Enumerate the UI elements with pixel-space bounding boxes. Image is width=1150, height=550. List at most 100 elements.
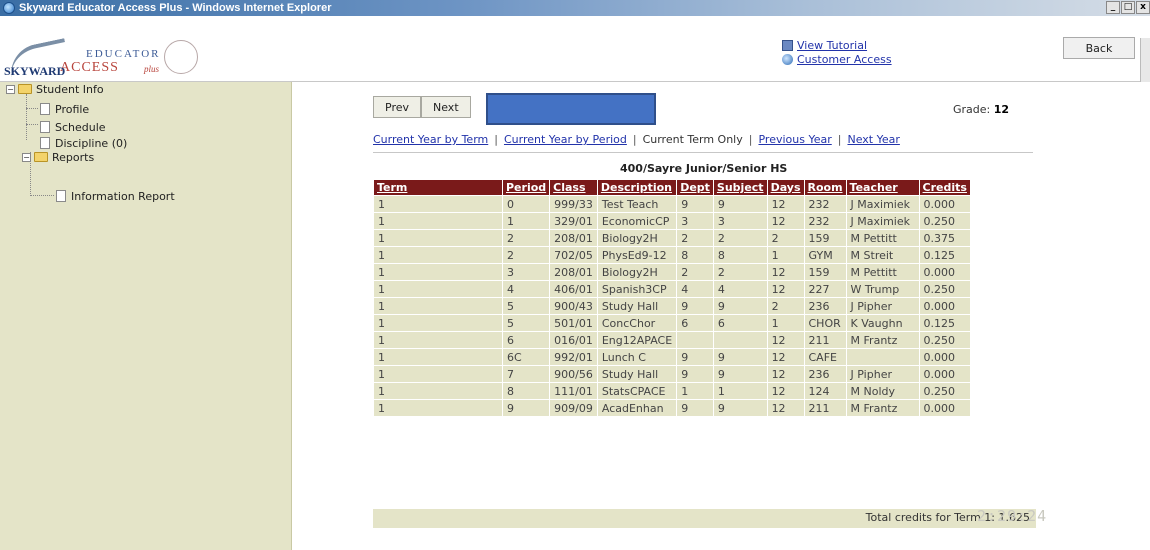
table-row[interactable]: 1 6 016/01 Eng12APACE 12 211 M Frantz 0.250 <box>374 332 970 348</box>
cell-dept: 9 <box>677 298 713 314</box>
page-icon <box>56 190 66 202</box>
cell-class: 208/01 <box>550 230 597 246</box>
cell-subject: 6 <box>713 315 767 331</box>
cell-dept: 9 <box>677 349 713 365</box>
cell-teacher: K Vaughn <box>846 315 919 331</box>
page-icon <box>40 103 50 115</box>
next-button[interactable]: Next <box>421 96 471 118</box>
tree-item-discipline[interactable]: Discipline (0) <box>40 136 127 150</box>
cell-room: 232 <box>804 196 846 212</box>
tree-item-student-info[interactable]: − Student Info <box>6 82 104 96</box>
cell-subject: 3 <box>713 213 767 229</box>
column-header-credits[interactable]: Credits <box>919 180 970 195</box>
cell-credits: 0.125 <box>919 315 970 331</box>
current-year-by-term-link[interactable]: Current Year by Term <box>373 133 488 146</box>
cell-room: 236 <box>804 298 846 314</box>
prev-button[interactable]: Prev <box>373 96 421 118</box>
cell-room: 124 <box>804 383 846 399</box>
previous-year-link[interactable]: Previous Year <box>758 133 831 146</box>
tree-item-profile[interactable]: Profile <box>40 102 89 116</box>
school-name: 400/Sayre Junior/Senior HS <box>620 162 788 175</box>
cell-term: 1 <box>374 349 502 365</box>
column-header-class[interactable]: Class <box>550 180 597 195</box>
cell-days: 12 <box>767 281 804 297</box>
minimize-button[interactable]: _ <box>1106 1 1120 14</box>
cell-days: 12 <box>767 332 804 348</box>
maximize-button[interactable]: □ <box>1121 1 1135 14</box>
cell-description: Biology2H <box>597 230 677 246</box>
cell-dept: 4 <box>677 281 713 297</box>
tree-item-reports[interactable]: − Reports <box>22 150 94 164</box>
table-row[interactable]: 1 3 208/01 Biology2H 2 2 12 159 M Pettitt 0.000 <box>374 264 970 280</box>
column-header-teacher[interactable]: Teacher <box>846 180 919 195</box>
cell-subject: 2 <box>713 264 767 280</box>
table-row[interactable]: 1 2 702/05 PhysEd9-12 8 8 1 GYM M Streit 0.125 <box>374 247 970 263</box>
cell-class: 992/01 <box>550 349 597 365</box>
cell-dept: 2 <box>677 230 713 246</box>
cell-term: 1 <box>374 332 502 348</box>
logo-access-text: ACCESS <box>60 60 119 75</box>
cell-subject: 9 <box>713 196 767 212</box>
tree-item-information-report[interactable]: Information Report <box>56 189 175 203</box>
tree-item-label: Reports <box>52 150 95 164</box>
table-row[interactable]: 1 2 208/01 Biology2H 2 2 2 159 M Pettitt 0.375 <box>374 230 970 246</box>
table-row[interactable]: 1 9 909/09 AcadEnhan 9 9 12 211 M Frantz 0.000 <box>374 400 970 416</box>
cell-term: 1 <box>374 366 502 382</box>
cell-description: AcadEnhan <box>597 400 677 416</box>
redaction-box <box>486 93 656 125</box>
table-row[interactable]: 1 7 900/56 Study Hall 9 9 12 236 J Pipher 0.000 <box>374 366 970 382</box>
tree-item-schedule[interactable]: Schedule <box>40 120 106 134</box>
table-row[interactable]: 1 6C 992/01 Lunch C 9 9 12 CAFE 0.000 <box>374 349 970 365</box>
column-header-description[interactable]: Description <box>597 180 677 195</box>
next-year-link[interactable]: Next Year <box>847 133 899 146</box>
current-year-by-period-link[interactable]: Current Year by Period <box>504 133 627 146</box>
collapse-icon[interactable]: − <box>22 152 31 162</box>
cell-teacher: W Trump <box>846 281 919 297</box>
help-links: View Tutorial Customer Access <box>782 38 892 66</box>
close-button[interactable]: x <box>1136 1 1150 14</box>
customer-access-link[interactable]: Customer Access <box>797 53 892 66</box>
cell-term: 1 <box>374 247 502 263</box>
cell-days: 12 <box>767 366 804 382</box>
cell-room: 159 <box>804 264 846 280</box>
back-button[interactable]: Back <box>1063 37 1135 59</box>
cell-teacher: J Maximiek <box>846 196 919 212</box>
cell-days: 1 <box>767 315 804 331</box>
cell-term: 1 <box>374 230 502 246</box>
column-header-days[interactable]: Days <box>767 180 804 195</box>
logo-skyward-text: SKYWARD <box>4 64 66 78</box>
cell-dept: 1 <box>677 383 713 399</box>
cell-subject: 8 <box>713 247 767 263</box>
table-row[interactable]: 1 8 111/01 StatsCPACE 1 1 12 124 M Noldy 0.250 <box>374 383 970 399</box>
view-tutorial-link[interactable]: View Tutorial <box>797 39 867 52</box>
tree-item-label: Information Report <box>71 189 175 203</box>
cell-class: 501/01 <box>550 315 597 331</box>
column-header-dept[interactable]: Dept <box>677 180 713 195</box>
cell-term: 1 <box>374 213 502 229</box>
table-row[interactable]: 1 0 999/33 Test Teach 9 9 12 232 J Maximiek 0.000 <box>374 196 970 212</box>
cell-room: 211 <box>804 332 846 348</box>
tree-connector <box>30 195 54 196</box>
folder-icon <box>18 84 32 94</box>
cell-teacher: J Maximiek <box>846 213 919 229</box>
table-row[interactable]: 1 5 501/01 ConcChor 6 6 1 CHOR K Vaughn 0.125 <box>374 315 970 331</box>
divider <box>373 152 1033 153</box>
tree-connector <box>26 108 38 109</box>
table-row[interactable]: 1 5 900/43 Study Hall 9 9 2 236 J Pipher 0.000 <box>374 298 970 314</box>
cell-credits: 0.125 <box>919 247 970 263</box>
apple-icon <box>164 40 198 74</box>
column-header-subject[interactable]: Subject <box>713 180 767 195</box>
column-header-term[interactable]: Term <box>374 180 502 195</box>
column-header-room[interactable]: Room <box>804 180 846 195</box>
column-header-period[interactable]: Period <box>503 180 550 195</box>
cell-class: 329/01 <box>550 213 597 229</box>
collapse-icon[interactable]: − <box>6 84 15 94</box>
title-bar: Skyward Educator Access Plus - Windows I… <box>0 0 1150 16</box>
cell-period: 5 <box>503 315 550 331</box>
table-row[interactable]: 1 4 406/01 Spanish3CP 4 4 12 227 W Trump 0.250 <box>374 281 970 297</box>
cell-dept: 9 <box>677 366 713 382</box>
app-header: EDUCATOR ACCESS plus SKYWARD View Tutori… <box>0 16 1150 98</box>
grade-indicator: Grade: 12 <box>953 103 1009 116</box>
table-row[interactable]: 1 1 329/01 EconomicCP 3 3 12 232 J Maximiek 0.250 <box>374 213 970 229</box>
cell-term: 1 <box>374 315 502 331</box>
